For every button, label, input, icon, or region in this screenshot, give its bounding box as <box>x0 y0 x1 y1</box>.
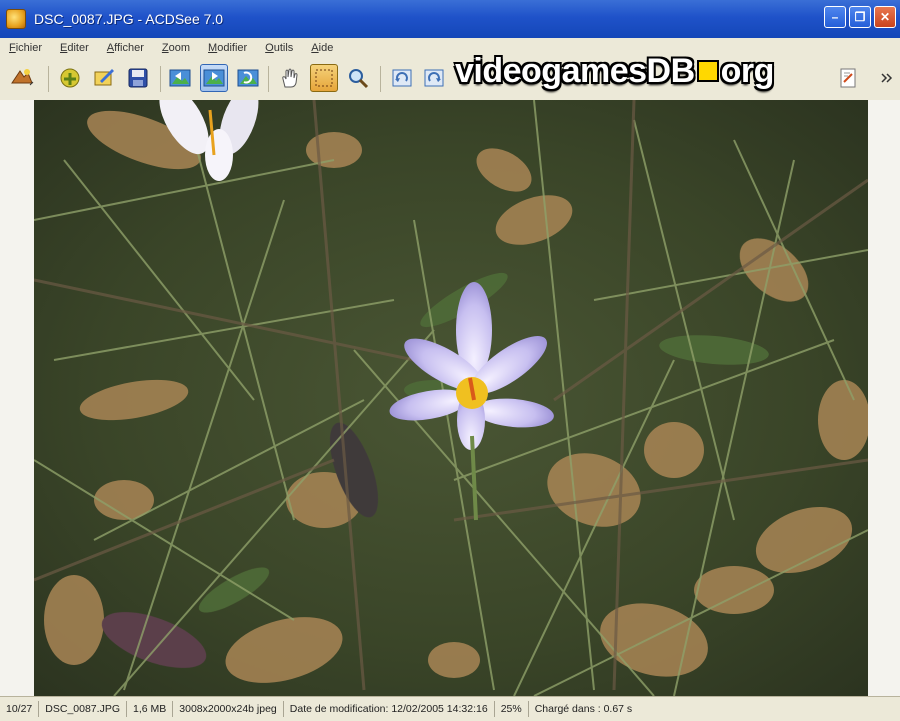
menu-editer[interactable]: Editer <box>51 42 98 54</box>
save-button[interactable] <box>124 64 152 92</box>
rotate-button[interactable] <box>234 64 262 92</box>
previous-image-button[interactable] <box>166 64 194 92</box>
acdsee-app-icon[interactable] <box>6 9 26 29</box>
properties-icon <box>840 68 856 88</box>
close-button[interactable]: ✕ <box>874 6 896 28</box>
title-bar: DSC_0087.JPG - ACDSee 7.0 – ❐ ✕ <box>0 0 900 38</box>
photo-canvas[interactable] <box>34 100 868 696</box>
rotate-left-icon <box>392 69 412 87</box>
menu-fichier[interactable]: Fichier <box>0 42 51 54</box>
menu-outils[interactable]: Outils <box>256 42 302 54</box>
select-tool-button[interactable] <box>310 64 338 92</box>
status-filesize: 1,6 MB <box>127 701 174 717</box>
rotate-right-icon <box>424 69 444 87</box>
image-position: 10/27 <box>0 701 40 717</box>
properties-button[interactable] <box>834 64 862 92</box>
videogamesdb-watermark: videogamesDB org <box>455 52 774 91</box>
status-modified-date: Date de modification: 12/02/2005 14:32:1… <box>284 701 495 717</box>
menu-aide[interactable]: Aide <box>302 42 342 54</box>
edit-icon <box>94 69 114 86</box>
rotate-right-button[interactable] <box>420 64 448 92</box>
toolbar-overflow-button[interactable] <box>876 64 896 92</box>
menu-afficher[interactable]: Afficher <box>98 42 153 54</box>
watermark-dot <box>696 60 719 82</box>
edit-button[interactable] <box>90 64 118 92</box>
more-icon <box>881 73 893 83</box>
menu-modifier[interactable]: Modifier <box>199 42 256 54</box>
status-zoom[interactable]: 25% <box>495 701 529 717</box>
viewer-right-margin <box>868 100 900 696</box>
watermark-right-text: org <box>720 52 775 90</box>
next-image-button[interactable] <box>200 64 228 92</box>
browse-button[interactable] <box>8 64 36 92</box>
hand-tool-button[interactable] <box>276 64 304 92</box>
menu-zoom[interactable]: Zoom <box>153 42 199 54</box>
open-folder-icon <box>60 68 80 88</box>
zoom-tool-button[interactable] <box>344 64 372 92</box>
crocus-photo <box>34 100 868 696</box>
status-dimensions: 3008x2000x24b jpeg <box>173 701 284 717</box>
save-icon <box>128 68 148 88</box>
select-tool-icon <box>315 69 333 87</box>
status-bar: 10/27 DSC_0087.JPG 1,6 MB 3008x2000x24b … <box>0 696 900 721</box>
next-image-icon <box>203 69 225 87</box>
browse-icon <box>11 69 34 86</box>
window-controls: – ❐ ✕ <box>824 6 896 28</box>
open-folder-button[interactable] <box>56 64 84 92</box>
minimize-button[interactable]: – <box>824 6 846 28</box>
rotate-icon <box>237 69 259 87</box>
window-title: DSC_0087.JPG - ACDSee 7.0 <box>34 11 224 27</box>
status-load-time: Chargé dans : 0.67 s <box>534 703 633 715</box>
image-viewer[interactable] <box>0 100 900 696</box>
status-filename: DSC_0087.JPG <box>39 701 127 717</box>
rotate-left-button[interactable] <box>388 64 416 92</box>
zoom-tool-icon <box>349 69 369 89</box>
previous-image-icon <box>169 69 191 87</box>
maximize-button[interactable]: ❐ <box>849 6 871 28</box>
hand-tool-icon <box>282 68 298 88</box>
watermark-left-text: videogamesDB <box>455 52 695 90</box>
